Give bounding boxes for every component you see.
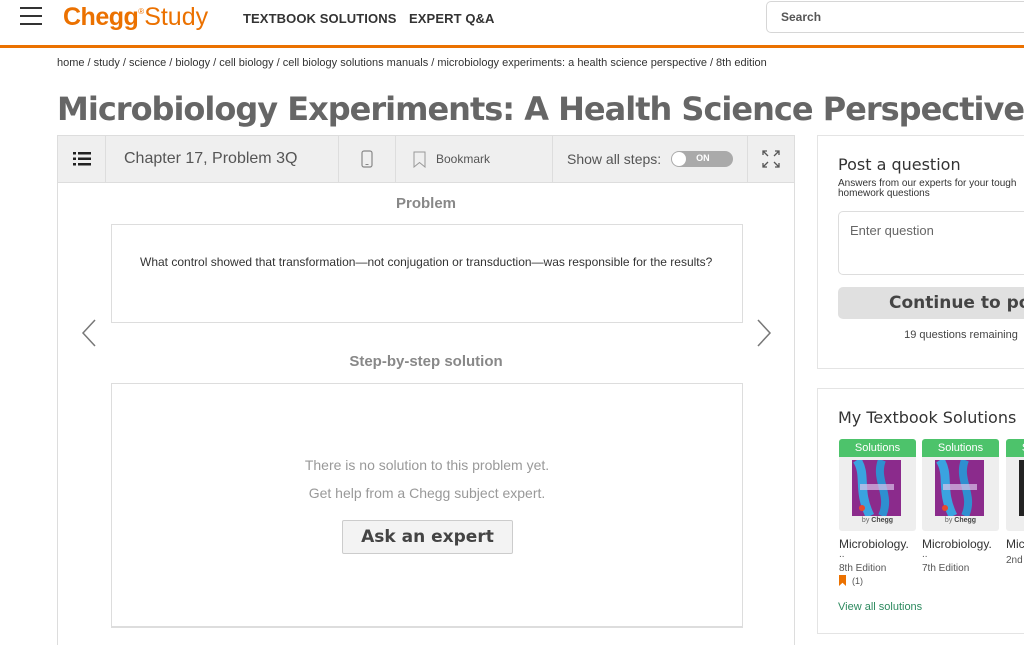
breadcrumb-edition: 8th edition: [716, 57, 767, 69]
post-question-card: Post a question Answers from our experts…: [817, 135, 1024, 369]
textbook-item[interactable]: Solutions by Chegg Microbiology. .. 7th …: [922, 439, 999, 574]
book-cover-frame: by Chegg: [922, 457, 999, 531]
previous-problem-arrow[interactable]: [81, 319, 97, 347]
no-solution-text: There is no solution to this problem yet…: [304, 457, 550, 473]
page-title: Microbiology Experiments: A Health Scien…: [57, 90, 1024, 128]
bookmark-flag-icon: [839, 575, 846, 586]
header-accent-line: [0, 45, 1024, 48]
breadcrumb-separator: /: [276, 57, 280, 69]
ask-an-expert-button[interactable]: Ask an expert: [342, 520, 513, 554]
book-bookmark-count: (1): [839, 575, 916, 586]
breadcrumb-home[interactable]: home: [57, 57, 85, 69]
chegg-study-logo[interactable]: Chegg®Study: [63, 3, 208, 32]
textbook-item[interactable]: Solutions by Chegg Microbiology. .. 8th …: [839, 439, 916, 586]
solution-toolbar: Chapter 17, Problem 3Q Bookmark Show all…: [58, 136, 794, 183]
top-header: Chegg®Study TEXTBOOK SOLUTIONS EXPERT Q&…: [0, 0, 1024, 45]
show-all-steps-toggle[interactable]: ON: [671, 151, 734, 167]
show-all-steps-label: Show all steps:: [567, 151, 662, 167]
post-question-title: Post a question: [838, 155, 961, 174]
solutions-badge: Solutions: [839, 439, 916, 457]
book-edition: 7th Edition: [922, 563, 970, 574]
post-question-subtitle: Answers from our experts for your tough …: [838, 178, 1017, 199]
hamburger-icon[interactable]: [20, 7, 42, 25]
breadcrumb-separator: /: [431, 57, 435, 69]
show-all-steps: Show all steps: ON: [553, 136, 748, 182]
toggle-state: ON: [696, 153, 710, 163]
textbook-item[interactable]: Solutions Microbiology Lab... 2nd Editio…: [1006, 439, 1024, 566]
nav-expert-qa[interactable]: EXPERT Q&A: [409, 11, 495, 26]
expand-icon: [762, 150, 780, 168]
bookmark-label: Bookmark: [436, 152, 491, 166]
book-edition: 8th Edition: [839, 563, 887, 574]
next-problem-arrow[interactable]: [756, 319, 772, 347]
textbook-solutions-title: My Textbook Solutions: [838, 408, 1017, 427]
book-cover-image: [852, 460, 901, 516]
breadcrumb-science[interactable]: science: [129, 57, 166, 69]
logo-study: Study: [144, 3, 209, 31]
solution-heading: Step-by-step solution: [349, 353, 503, 370]
by-chegg-label: by Chegg: [861, 517, 894, 524]
breadcrumb-study[interactable]: study: [94, 57, 120, 69]
problem-box: What control showed that transformation—…: [111, 224, 743, 323]
book-name: Microbiology.: [839, 537, 909, 551]
book-name-ellipsis: ..: [922, 549, 928, 560]
breadcrumb-separator: /: [122, 57, 126, 69]
solutions-badge: Solutions: [1006, 439, 1024, 457]
breadcrumb-separator: /: [87, 57, 91, 69]
chapter-list-button[interactable]: [58, 136, 106, 182]
breadcrumb-solutions-manuals[interactable]: cell biology solutions manuals: [283, 57, 429, 69]
mobile-view-button[interactable]: [339, 136, 396, 182]
view-all-solutions-link[interactable]: View all solutions: [838, 601, 922, 613]
nav-textbook-solutions[interactable]: TEXTBOOK SOLUTIONS: [243, 11, 396, 26]
question-input[interactable]: [838, 211, 1024, 275]
book-cover-image: [935, 460, 984, 516]
breadcrumb-biology[interactable]: biology: [175, 57, 210, 69]
book-cover-frame: [1006, 457, 1024, 531]
expand-button[interactable]: [748, 136, 794, 182]
continue-to-post-button[interactable]: Continue to post: [838, 287, 1024, 319]
chapter-label: Chapter 17, Problem 3Q: [124, 150, 298, 167]
logo-chegg: Chegg: [63, 3, 139, 31]
chapter-selector[interactable]: Chapter 17, Problem 3Q: [106, 136, 339, 182]
get-help-text: Get help from a Chegg subject expert.: [308, 485, 546, 501]
logo-registered: ®: [138, 7, 145, 16]
breadcrumb: home / study / science / biology / cell biology /…: [57, 57, 767, 69]
book-cover-image: [1019, 460, 1024, 516]
solution-panel: Chapter 17, Problem 3Q Bookmark Show all…: [57, 135, 795, 645]
list-icon: [72, 152, 91, 166]
search-input[interactable]: [766, 1, 1024, 33]
book-cover-frame: by Chegg: [839, 457, 916, 531]
toggle-knob: [672, 152, 687, 166]
book-name: Microbiology Lab...: [1006, 537, 1024, 551]
questions-remaining: 19 questions remaining: [904, 329, 1018, 341]
book-edition: 2nd Edition: [1006, 555, 1024, 566]
solution-box: There is no solution to this problem yet…: [111, 383, 743, 628]
problem-heading: Problem: [395, 195, 456, 212]
solutions-badge: Solutions: [922, 439, 999, 457]
mobile-icon: [361, 150, 373, 168]
breadcrumb-cell-biology[interactable]: cell biology: [219, 57, 273, 69]
my-textbook-solutions-card: My Textbook Solutions Solutions by Chegg…: [817, 388, 1024, 634]
problem-text: What control showed that transformation—…: [140, 255, 713, 269]
breadcrumb-separator: /: [709, 57, 714, 69]
book-title: Microbiology Experiments: A Health Scien…: [57, 90, 1024, 128]
breadcrumb-book[interactable]: microbiology experiments: a health scien…: [437, 57, 707, 69]
breadcrumb-separator: /: [213, 57, 217, 69]
by-chegg-label: by Chegg: [944, 517, 977, 524]
book-name: Microbiology.: [922, 537, 992, 551]
bookmark-icon: [413, 151, 426, 168]
breadcrumb-separator: /: [169, 57, 173, 69]
book-name-ellipsis: ..: [839, 549, 845, 560]
bookmark-button[interactable]: Bookmark: [396, 136, 553, 182]
